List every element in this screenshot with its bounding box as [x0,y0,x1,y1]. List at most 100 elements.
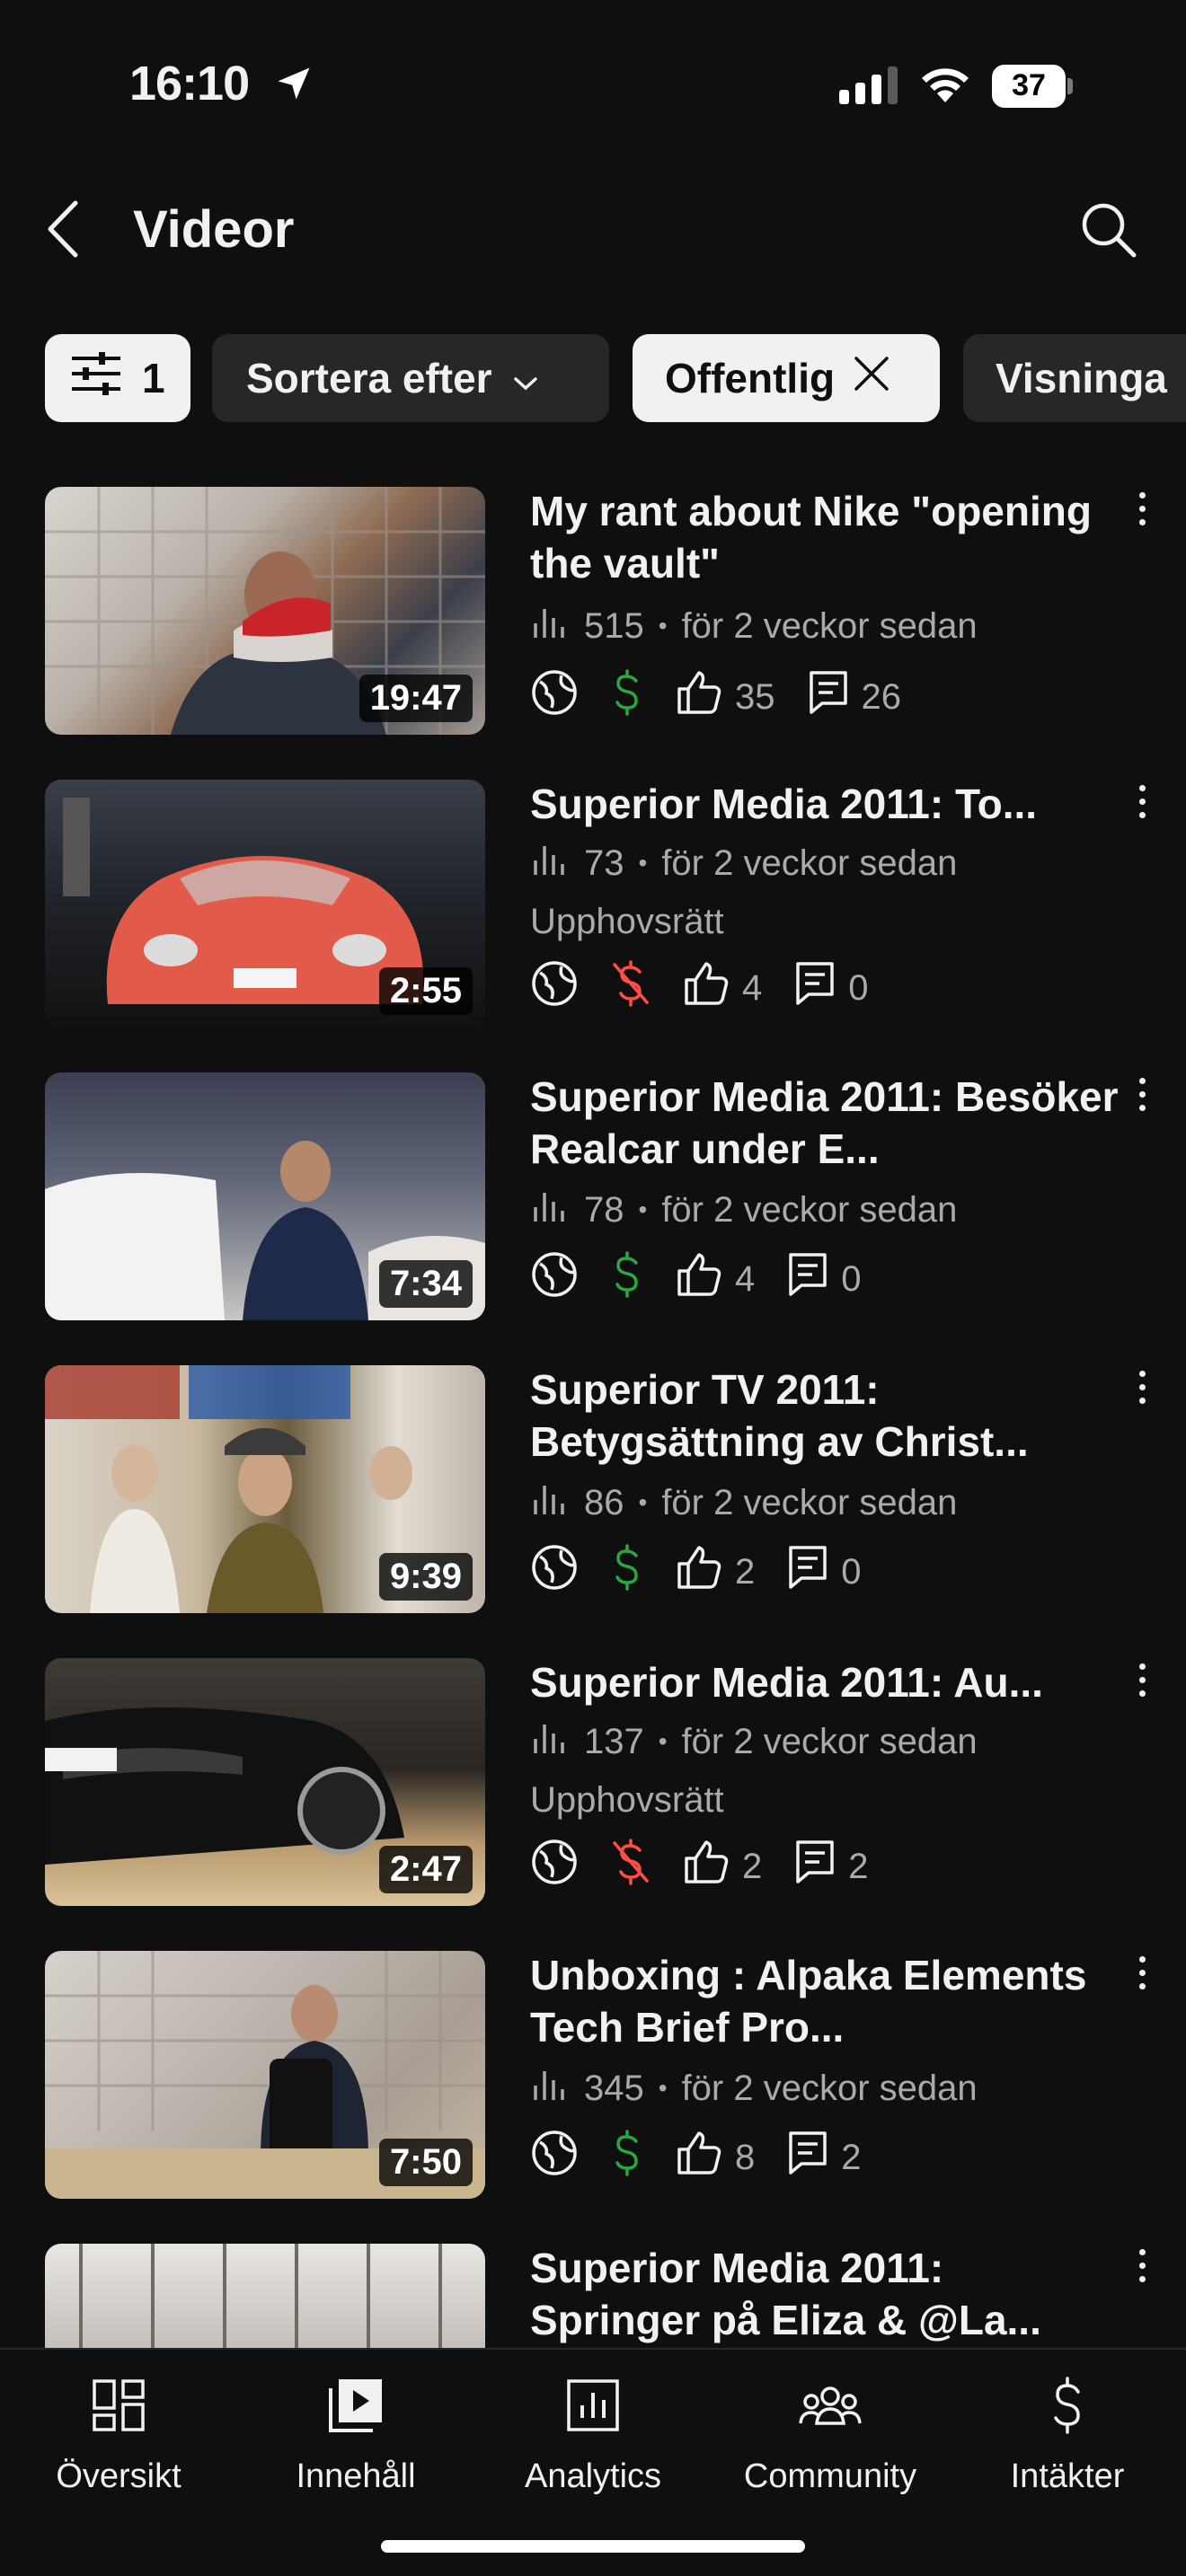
chevron-down-icon [512,354,539,402]
video-title[interactable]: Superior Media 2011: Springer på Eliza &… [530,2242,1123,2346]
comment-icon [787,1544,828,1600]
video-thumbnail[interactable]: 2:55 [45,780,485,1028]
monetization-on-icon [611,2129,643,2186]
nav-item-community[interactable]: Community [712,2377,949,2496]
view-count: 78 [584,1189,624,1230]
video-age: för 2 veckor sedan [661,1189,958,1230]
sort-label: Sortera efter [246,355,492,401]
page-title: Videor [133,200,295,259]
more-options-icon[interactable] [1128,785,1155,825]
video-duration: 9:39 [378,1553,473,1601]
public-filter-chip[interactable]: Offentlig [633,334,940,422]
video-row[interactable]: 7:50 Unboxing : Alpaka Elements Tech Bri… [0,1949,1186,2242]
video-title[interactable]: Superior Media 2011: To... [530,778,1123,830]
video-stats: 8 2 [530,2129,862,2186]
video-row[interactable]: 9:39 Superior TV 2011: Betygsättning av … [0,1363,1186,1656]
nav-label: Community [743,2457,917,2495]
like-icon [676,2130,722,2185]
comment-count: 0 [841,1258,862,1299]
view-count: 345 [584,2068,644,2108]
view-count: 73 [584,842,624,883]
sort-dropdown[interactable]: Sortera efter [212,334,609,422]
globe-icon [530,668,579,726]
nav-item-analytics[interactable]: Analytics [474,2377,712,2496]
globe-icon [530,1543,579,1601]
views-bars-icon [530,841,566,886]
monetization-on-icon [611,1543,643,1601]
globe-icon [530,1250,579,1308]
view-count: 137 [584,1721,644,1761]
video-title[interactable]: Superior Media 2011: Au... [530,1656,1123,1708]
filter-chips: 1 Sortera efter Offentlig Visninga [0,334,1186,424]
monetization-on-icon [611,1250,643,1308]
video-meta: 86 • för 2 veckor sedan [530,1480,957,1525]
close-icon[interactable] [853,354,890,402]
search-icon[interactable] [1078,199,1139,265]
home-indicator[interactable] [381,2540,805,2553]
video-title[interactable]: Superior TV 2011: Betygsättning av Chris… [530,1363,1123,1468]
video-title[interactable]: My rant about Nike "opening the vault" [530,485,1123,589]
more-options-icon[interactable] [1128,1956,1155,1996]
video-row[interactable]: 7:34 Superior Media 2011: Besöker Realca… [0,1071,1186,1363]
more-options-icon[interactable] [1128,492,1155,532]
copyright-label[interactable]: Upphovsrätt [530,1780,724,1821]
views-chip-label: Visninga [996,355,1167,401]
video-duration: 19:47 [358,675,473,722]
cellular-signal-icon [839,66,898,109]
sliders-icon [70,351,122,406]
video-title[interactable]: Unboxing : Alpaka Elements Tech Brief Pr… [530,1949,1123,2053]
video-thumbnail[interactable] [45,2244,485,2348]
video-stats: 4 0 [530,959,869,1017]
nav-label: Intäkter [1010,2457,1125,2495]
video-stats: 4 0 [530,1250,862,1308]
video-thumbnail[interactable]: 9:39 [45,1365,485,1613]
analytics-icon [474,2377,712,2434]
video-duration: 7:34 [378,1260,473,1308]
video-meta: 345 • för 2 veckor sedan [530,2066,978,2111]
copyright-label[interactable]: Upphovsrätt [530,902,724,942]
back-arrow-icon[interactable] [43,198,86,265]
nav-item-innehall[interactable]: Innehåll [237,2377,474,2496]
video-meta: 515 • för 2 veckor sedan [530,604,978,648]
nav-label: Innehåll [296,2457,416,2495]
comment-icon [794,960,836,1016]
video-row[interactable]: 19:47 My rant about Nike "opening the va… [0,485,1186,778]
earn-icon [949,2377,1186,2434]
more-options-icon[interactable] [1128,1078,1155,1117]
filter-button[interactable]: 1 [45,334,190,422]
filter-count: 1 [142,355,165,401]
video-meta: 78 • för 2 veckor sedan [530,1187,957,1232]
video-age: för 2 veckor sedan [681,2068,978,2108]
monetization-off-icon [611,959,651,1017]
more-options-icon[interactable] [1128,1371,1155,1410]
nav-item-oversikt[interactable]: Översikt [0,2377,237,2496]
video-meta: 137 • för 2 veckor sedan [530,1719,978,1764]
video-row[interactable]: 2:55 Superior Media 2011: To... 73 • för… [0,778,1186,1071]
more-options-icon[interactable] [1128,2249,1155,2289]
video-age: för 2 veckor sedan [661,842,958,883]
comment-icon [794,1839,836,1894]
video-row[interactable]: 2:47 Superior Media 2011: Au... 137 • fö… [0,1656,1186,1949]
more-options-icon[interactable] [1128,1663,1155,1703]
views-bars-icon [530,1187,566,1232]
like-icon [676,1251,722,1307]
video-thumbnail[interactable]: 7:34 [45,1072,485,1320]
like-icon [676,669,722,725]
comment-count: 0 [841,1551,862,1592]
video-stats: 35 26 [530,668,901,726]
nav-item-intakter[interactable]: Intäkter [949,2377,1186,2496]
video-thumbnail[interactable]: 2:47 [45,1658,485,1906]
comment-icon [787,1251,828,1307]
like-count: 2 [735,1551,756,1592]
like-icon [683,1839,730,1894]
video-duration: 2:47 [378,1846,473,1893]
comment-icon [808,669,849,725]
like-count: 4 [742,967,763,1008]
views-chip[interactable]: Visninga [963,334,1186,422]
video-row[interactable]: Superior Media 2011: Springer på Eliza &… [0,2242,1186,2348]
video-thumbnail[interactable]: 19:47 [45,487,485,735]
video-thumbnail[interactable]: 7:50 [45,1951,485,2199]
like-count: 4 [735,1258,756,1299]
video-title[interactable]: Superior Media 2011: Besöker Realcar und… [530,1071,1123,1175]
video-duration: 2:55 [378,967,473,1015]
